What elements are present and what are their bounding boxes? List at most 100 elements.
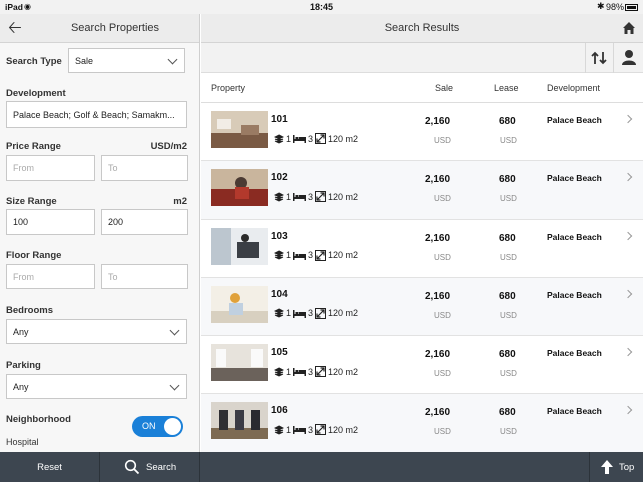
- floor-from-input[interactable]: From: [6, 264, 95, 289]
- size-range-label: Size Range: [6, 196, 57, 207]
- floors-icon: [274, 425, 284, 435]
- floors-icon: [274, 367, 284, 377]
- floors-icon: [274, 192, 284, 202]
- sale-currency: USD: [434, 194, 451, 204]
- search-button[interactable]: Search: [100, 452, 200, 482]
- price-to-input[interactable]: To: [101, 155, 188, 181]
- development-value: Palace Beach; Golf & Beach; Samakm...: [13, 109, 175, 120]
- size-from-value: 100: [13, 217, 29, 227]
- property-photo: [211, 227, 268, 265]
- chevron-right-icon: [623, 231, 633, 240]
- unit-specs: 1 3 120 m2: [274, 366, 358, 378]
- lease-price: 680: [499, 174, 516, 186]
- sale-price: 2,160: [425, 349, 451, 361]
- property-photo: [211, 111, 268, 148]
- table-row[interactable]: 104 1 3 120 m2 2,160 USD 680 USD Palace Beach: [201, 277, 643, 337]
- floors-count: 1: [286, 250, 292, 261]
- hospital-toggle[interactable]: ON: [132, 416, 183, 437]
- arrow-up-icon: [601, 460, 613, 474]
- sale-currency: USD: [434, 369, 451, 379]
- top-button[interactable]: Top: [589, 452, 643, 482]
- area-resize-icon: [315, 366, 327, 378]
- unit-number: 102: [271, 172, 288, 184]
- bed-icon: [293, 135, 307, 143]
- sale-price: 2,160: [425, 174, 451, 186]
- lease-currency: USD: [500, 369, 517, 379]
- lease-currency: USD: [500, 194, 517, 204]
- floors-count: 1: [286, 308, 292, 319]
- sale-currency: USD: [434, 427, 451, 437]
- unit-number: 105: [271, 347, 288, 359]
- search-type-select[interactable]: Sale: [68, 48, 185, 73]
- table-row[interactable]: 105 1 3 120 m2 2,160 USD 680 USD Palace Beach: [201, 336, 643, 395]
- parking-select[interactable]: Any: [6, 374, 187, 399]
- neighborhood-label: Neighborhood: [6, 414, 71, 425]
- area-resize-icon: [315, 307, 327, 319]
- property-photo: [211, 344, 268, 382]
- area-resize-icon: [315, 249, 327, 261]
- floor-range-label: Floor Range: [6, 250, 62, 261]
- chevron-right-icon: [623, 347, 633, 357]
- profile-button[interactable]: [613, 43, 643, 73]
- size-to-value: 200: [108, 217, 124, 227]
- sale-price: 2,160: [425, 290, 451, 302]
- unit-size: 120 m2: [328, 133, 359, 144]
- development-name: Palace Beach: [547, 348, 602, 359]
- person-icon: [622, 50, 636, 65]
- bedrooms-count: 3: [308, 424, 314, 435]
- unit-specs: 1 3 120 m2: [274, 133, 358, 144]
- floors-count: 1: [286, 366, 292, 377]
- floor-to-input[interactable]: To: [101, 264, 188, 289]
- sort-button[interactable]: [585, 43, 613, 73]
- chevron-right-icon: [623, 114, 633, 124]
- lease-price: 680: [499, 232, 516, 244]
- bedrooms-count: 3: [308, 366, 314, 377]
- floor-to-placeholder: To: [108, 271, 118, 282]
- price-from-placeholder: From: [13, 163, 34, 173]
- lease-price: 680: [499, 290, 516, 302]
- sale-currency: USD: [434, 252, 451, 262]
- floors-count: 1: [286, 191, 292, 202]
- table-row[interactable]: 106 1 3 120 m2 2,160 USD 680 USD Palace Beach: [201, 394, 643, 452]
- bedrooms-count: 3: [308, 191, 314, 202]
- chevron-down-icon: [167, 54, 178, 65]
- battery-percent: 98%: [606, 2, 625, 12]
- bedrooms-select[interactable]: Any: [6, 319, 187, 344]
- size-range-unit: m2: [173, 196, 187, 207]
- unit-number: 104: [271, 288, 288, 300]
- unit-specs: 1 3 120 m2: [274, 307, 358, 319]
- development-label: Development: [6, 88, 66, 99]
- floor-from-placeholder: From: [13, 271, 34, 282]
- search-type-value: Sale: [75, 55, 94, 66]
- column-lease: Lease: [494, 83, 519, 93]
- hospital-label: Hospital: [6, 437, 39, 447]
- unit-number: 103: [271, 230, 288, 242]
- results-column-header: Property Sale Lease Development: [201, 73, 643, 103]
- results-title: Search Results: [384, 22, 460, 34]
- size-to-input[interactable]: 200: [101, 209, 188, 235]
- lease-currency: USD: [500, 310, 517, 320]
- panel-title: Search Properties: [70, 22, 160, 34]
- sale-price: 2,160: [425, 116, 451, 127]
- lease-currency: USD: [500, 427, 517, 437]
- left-header: 🡠 Search Properties: [0, 14, 199, 43]
- price-from-input[interactable]: From: [6, 155, 95, 181]
- size-from-input[interactable]: 100: [6, 209, 95, 235]
- reset-button[interactable]: Reset: [0, 452, 100, 482]
- unit-specs: 1 3 120 m2: [274, 249, 358, 261]
- home-icon[interactable]: [622, 21, 636, 35]
- bedrooms-count: 3: [308, 133, 314, 144]
- area-resize-icon: [315, 191, 327, 203]
- parking-value: Any: [13, 381, 29, 392]
- clock: 18:45: [309, 2, 334, 12]
- bedrooms-value: Any: [13, 326, 29, 337]
- development-field[interactable]: Palace Beach; Golf & Beach; Samakm...: [6, 101, 187, 128]
- bed-icon: [293, 251, 307, 260]
- sale-price: 2,160: [425, 407, 451, 419]
- table-row[interactable]: 102 1 3 120 m2 2,160 USD 680 USD Palace Beach: [201, 161, 643, 220]
- table-row[interactable]: 103 1 3 120 m2 2,160 USD 680 USD Palace Beach: [201, 219, 643, 278]
- lease-price: 680: [499, 349, 516, 361]
- table-row[interactable]: 101 1 3 120 m2 2,160 USD 680 USD Palace Beach: [201, 103, 643, 162]
- development-name: Palace Beach: [547, 115, 602, 125]
- back-arrow-icon[interactable]: 🡠: [8, 18, 22, 38]
